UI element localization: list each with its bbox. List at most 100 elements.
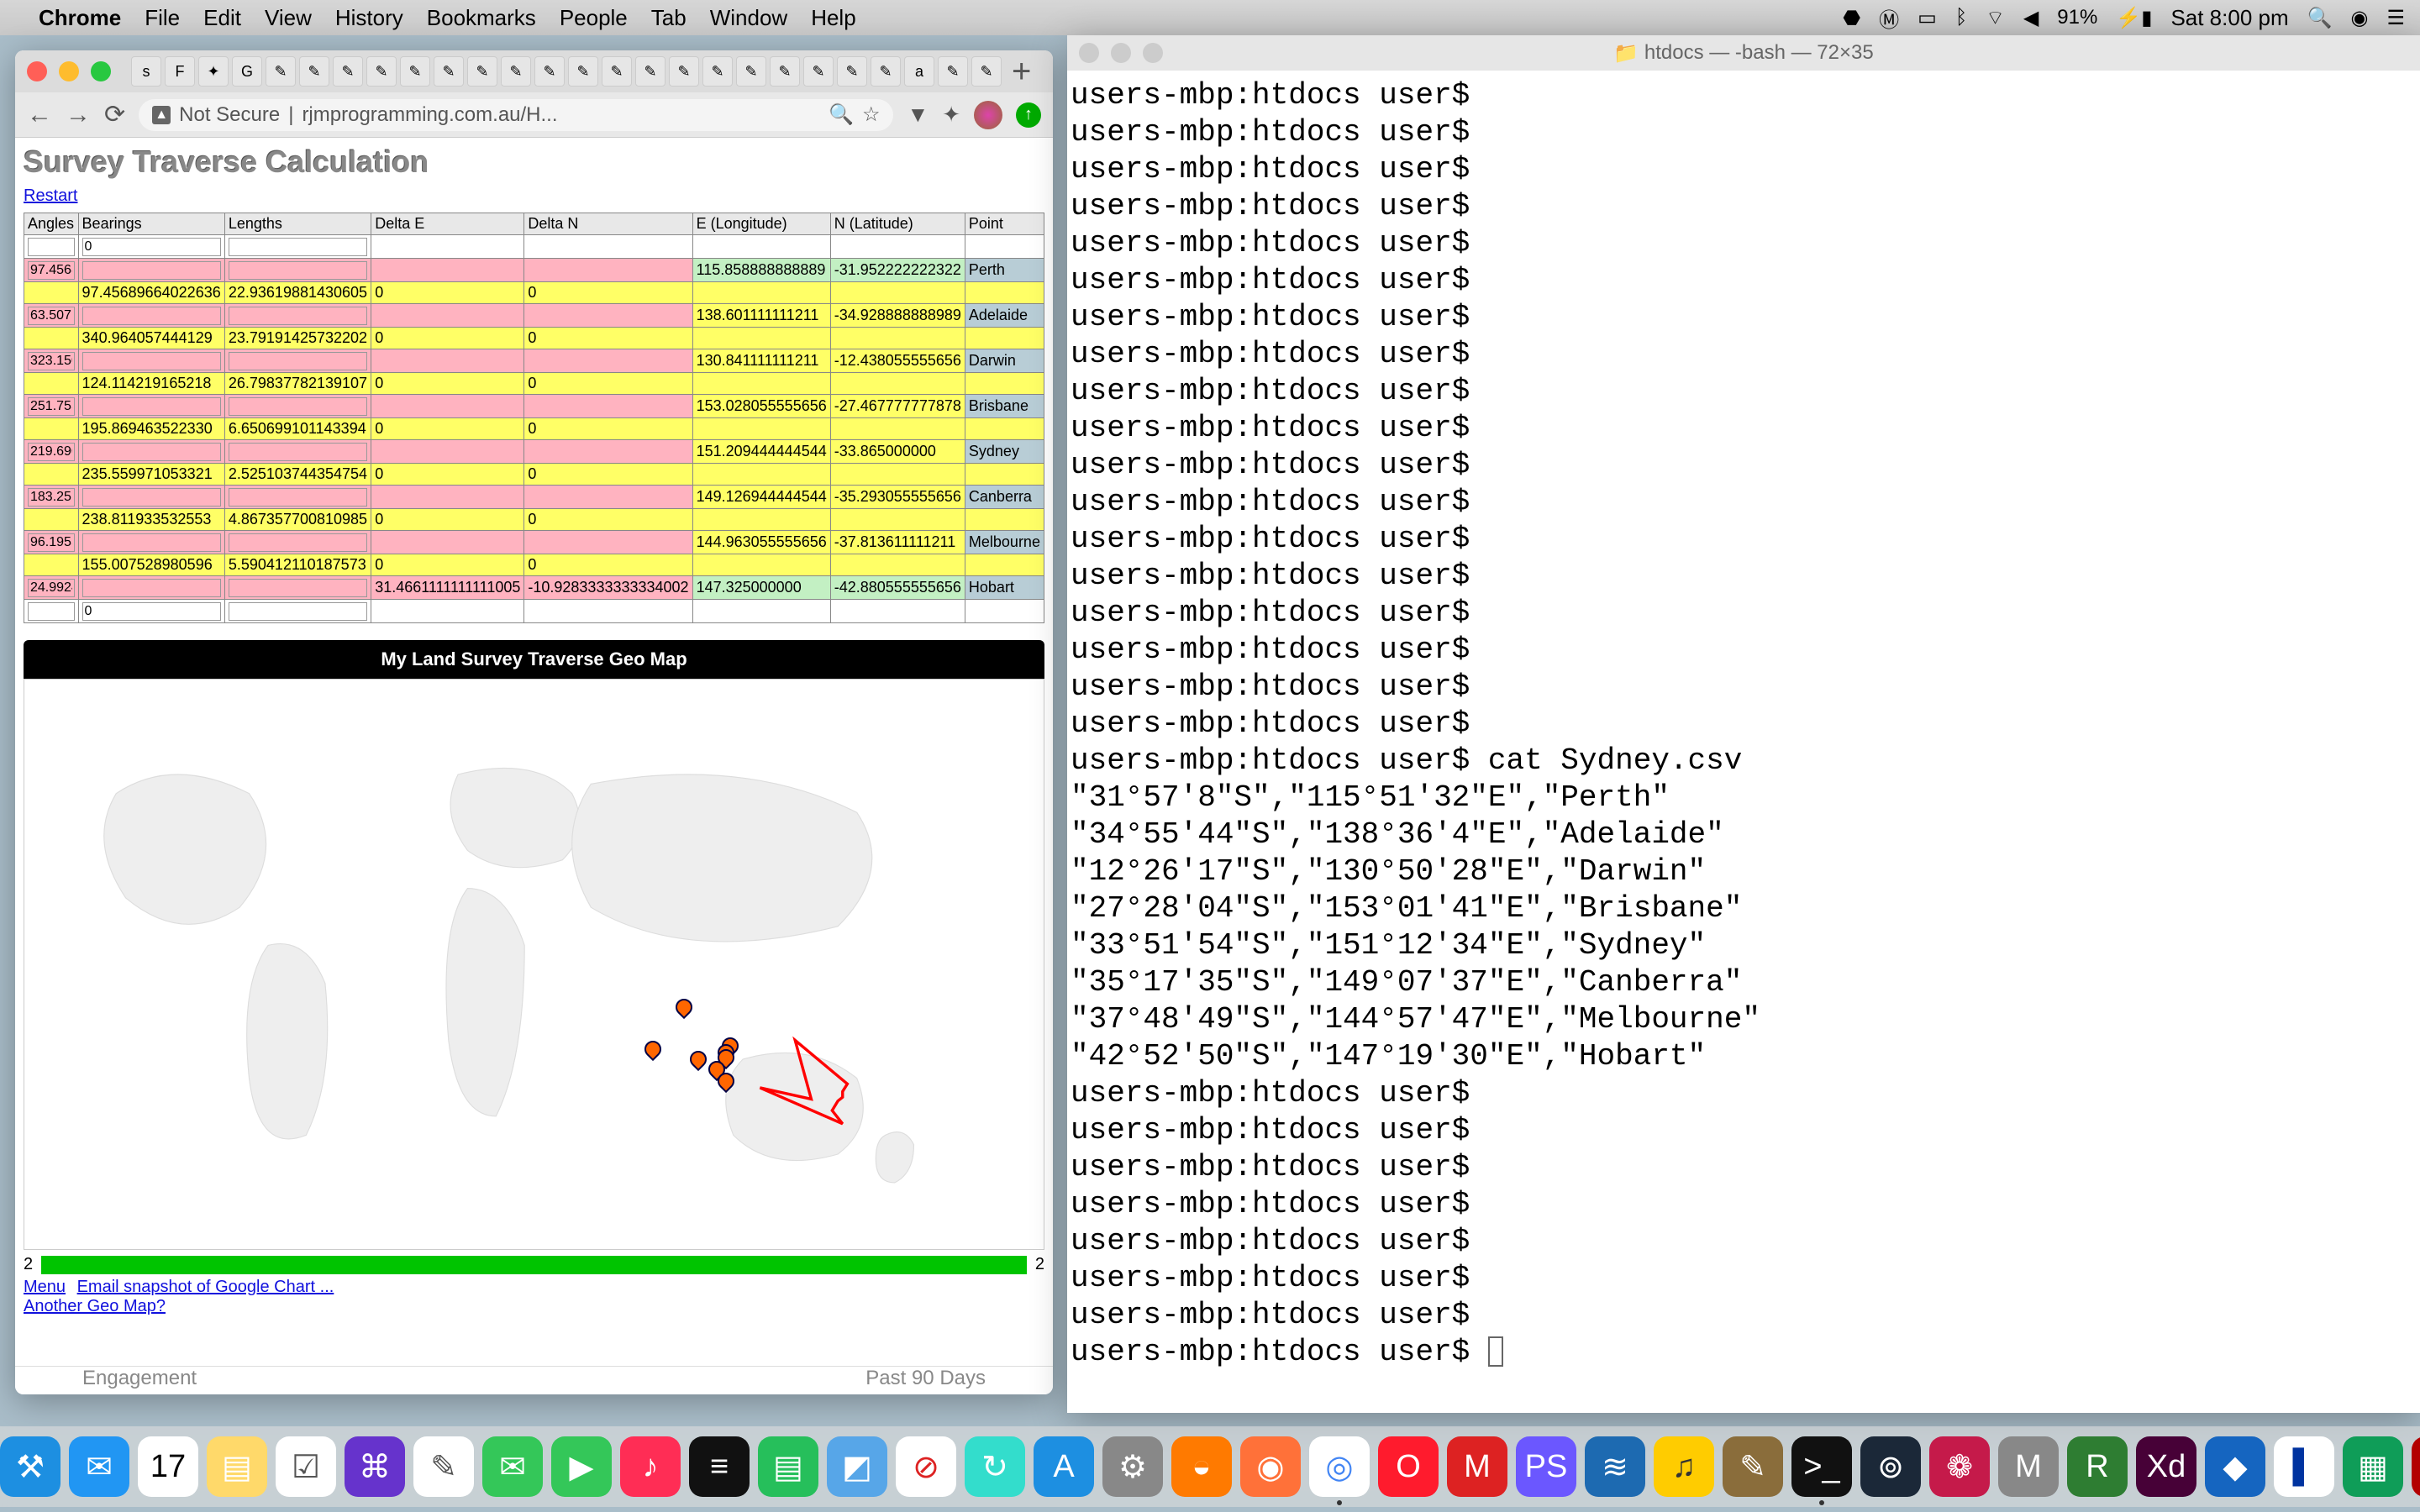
cell-input[interactable] bbox=[229, 443, 367, 461]
cell[interactable]: 0 bbox=[524, 328, 692, 349]
cell-input[interactable] bbox=[82, 238, 221, 256]
reload-icon[interactable]: ⟳ bbox=[104, 100, 125, 129]
tab-3[interactable]: G bbox=[232, 56, 262, 87]
tab-16[interactable]: ✎ bbox=[669, 56, 699, 87]
dock-numbers[interactable]: ▤ bbox=[758, 1436, 818, 1497]
cell-input[interactable] bbox=[229, 579, 367, 597]
dock-marked[interactable]: M bbox=[1447, 1436, 1507, 1497]
menu-window[interactable]: Window bbox=[710, 5, 787, 31]
cell[interactable] bbox=[24, 395, 79, 418]
cell[interactable] bbox=[224, 531, 371, 554]
dock-facetime[interactable]: ▶ bbox=[551, 1436, 612, 1497]
cell[interactable]: 0 bbox=[524, 509, 692, 531]
tab-24[interactable]: ✎ bbox=[938, 56, 968, 87]
cell-input[interactable] bbox=[28, 397, 75, 416]
cell[interactable]: 0 bbox=[371, 282, 524, 304]
cell[interactable] bbox=[524, 395, 692, 418]
clock[interactable]: Sat 8:00 pm bbox=[2170, 5, 2288, 31]
cell[interactable] bbox=[24, 554, 79, 576]
cell-input[interactable] bbox=[82, 443, 221, 461]
cell[interactable]: 26.79837782139107 bbox=[224, 373, 371, 395]
cell-input[interactable] bbox=[82, 352, 221, 370]
cell-input[interactable] bbox=[82, 602, 221, 621]
dock-sheets[interactable]: ▦ bbox=[2343, 1436, 2403, 1497]
cell[interactable] bbox=[524, 486, 692, 509]
cell[interactable] bbox=[78, 531, 224, 554]
cell[interactable] bbox=[371, 600, 524, 623]
cell[interactable]: 124.114219165218 bbox=[78, 373, 224, 395]
traffic-lights[interactable] bbox=[27, 61, 111, 81]
cell-input[interactable] bbox=[28, 488, 75, 507]
bluetooth-icon[interactable]: ᛒ bbox=[1955, 6, 1967, 29]
cell[interactable] bbox=[24, 531, 79, 554]
cell[interactable] bbox=[524, 349, 692, 373]
brave-icon[interactable]: ▼ bbox=[907, 102, 929, 128]
cell[interactable] bbox=[371, 349, 524, 373]
cell[interactable] bbox=[371, 531, 524, 554]
cell[interactable] bbox=[78, 349, 224, 373]
cell[interactable] bbox=[24, 304, 79, 328]
tab-5[interactable]: ✎ bbox=[299, 56, 329, 87]
dock-filezilla[interactable]: Fz bbox=[2412, 1436, 2420, 1497]
dock-time-machine[interactable]: ↻ bbox=[965, 1436, 1025, 1497]
cell-input[interactable] bbox=[229, 261, 367, 280]
avast-menubar-icon[interactable]: ⬣ bbox=[1843, 6, 1860, 30]
cell-input[interactable] bbox=[28, 533, 75, 552]
map-area[interactable] bbox=[24, 679, 1044, 1250]
chrome-titlebar[interactable]: sF✦G✎✎✎✎✎✎✎✎✎✎✎✎✎✎✎✎✎✎✎a✎✎ + bbox=[15, 50, 1053, 92]
cell[interactable] bbox=[24, 418, 79, 440]
cell[interactable] bbox=[371, 235, 524, 259]
cell-input[interactable] bbox=[28, 352, 75, 370]
tab-25[interactable]: ✎ bbox=[971, 56, 1002, 87]
dock-app-store[interactable]: A bbox=[1034, 1436, 1094, 1497]
cell[interactable] bbox=[224, 259, 371, 282]
new-tab-button[interactable]: + bbox=[1012, 53, 1031, 91]
cell[interactable]: 0 bbox=[371, 328, 524, 349]
dock-calendar[interactable]: 17 bbox=[138, 1436, 198, 1497]
tab-6[interactable]: ✎ bbox=[333, 56, 363, 87]
dock-raspberry[interactable]: ❁ bbox=[1929, 1436, 1990, 1497]
cell-input[interactable] bbox=[82, 261, 221, 280]
cell-input[interactable] bbox=[82, 307, 221, 325]
cell[interactable] bbox=[371, 440, 524, 464]
display-icon[interactable]: ▭ bbox=[1918, 6, 1937, 30]
menu-help[interactable]: Help bbox=[811, 5, 855, 31]
cell-input[interactable] bbox=[229, 397, 367, 416]
tab-4[interactable]: ✎ bbox=[266, 56, 296, 87]
cell[interactable]: 340.964057444129 bbox=[78, 328, 224, 349]
dock-blue-app[interactable]: ◆ bbox=[2205, 1436, 2265, 1497]
cell[interactable]: 0 bbox=[371, 554, 524, 576]
cell[interactable] bbox=[24, 282, 79, 304]
cell[interactable]: 0 bbox=[524, 282, 692, 304]
zoom-lens-icon[interactable]: 🔍 bbox=[829, 102, 854, 127]
cell[interactable] bbox=[224, 486, 371, 509]
dock-stocks[interactable]: ≡ bbox=[689, 1436, 750, 1497]
dock-audacity[interactable]: ♫ bbox=[1654, 1436, 1714, 1497]
cell-input[interactable] bbox=[82, 579, 221, 597]
cell[interactable] bbox=[524, 259, 692, 282]
cell[interactable] bbox=[24, 373, 79, 395]
cell[interactable]: 97.45689664022636 bbox=[78, 282, 224, 304]
cell-input[interactable] bbox=[82, 533, 221, 552]
cell[interactable] bbox=[224, 600, 371, 623]
battery-icon[interactable]: ⚡▮ bbox=[2116, 6, 2152, 30]
cell[interactable] bbox=[78, 259, 224, 282]
cell[interactable] bbox=[78, 304, 224, 328]
address-bar[interactable]: ▲ Not Secure | rjmprogramming.com.au/H..… bbox=[139, 99, 893, 131]
cell[interactable] bbox=[24, 600, 79, 623]
dock-notes[interactable]: ▤ bbox=[207, 1436, 267, 1497]
tab-1[interactable]: F bbox=[165, 56, 195, 87]
cell-input[interactable] bbox=[229, 307, 367, 325]
profile-avatar[interactable] bbox=[974, 101, 1002, 129]
cell[interactable] bbox=[524, 304, 692, 328]
menu-history[interactable]: History bbox=[335, 5, 403, 31]
cell[interactable]: 0 bbox=[524, 464, 692, 486]
cell-input[interactable] bbox=[229, 488, 367, 507]
cell-input[interactable] bbox=[229, 352, 367, 370]
close-icon[interactable] bbox=[1079, 43, 1099, 63]
menu-edit[interactable]: Edit bbox=[203, 5, 241, 31]
cell-input[interactable] bbox=[82, 397, 221, 416]
cell[interactable] bbox=[371, 259, 524, 282]
cell[interactable]: 195.869463522330 bbox=[78, 418, 224, 440]
cell[interactable]: 6.650699101143394 bbox=[224, 418, 371, 440]
